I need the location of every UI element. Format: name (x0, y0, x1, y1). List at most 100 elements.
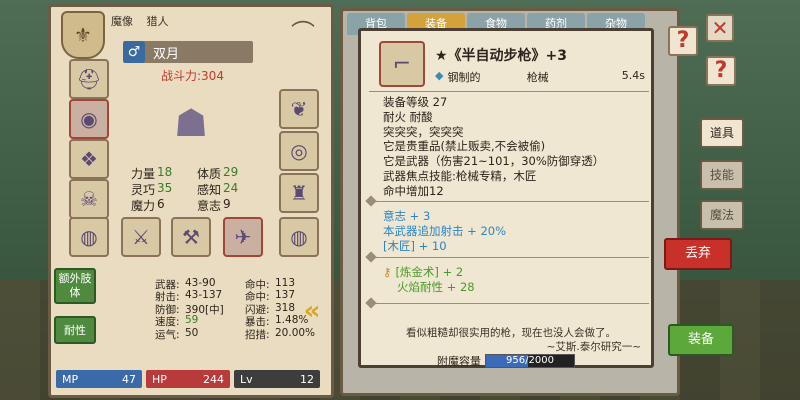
bonus-line: 意志 + 3 (383, 209, 431, 223)
divider (369, 257, 649, 258)
stat-label: 灵巧 (131, 183, 156, 197)
sub-stat-value: 318 (275, 301, 296, 314)
item-author: ~艾斯.泰尔研究一~ (546, 341, 641, 353)
divider (369, 303, 649, 304)
divider-diamond-icon (365, 251, 377, 263)
sub-stat-row: 武器: 43-90 命中: 113 (155, 277, 331, 291)
sub-stat-label: 防御: (155, 303, 180, 316)
stat-row: 魔力 6 意志 9 (131, 197, 281, 213)
primary-stats: 力量 18 体质 29 灵巧 35 感知 24 魔力 6 意志 9 (131, 165, 281, 213)
stat-row: 力量 18 体质 29 (131, 165, 281, 181)
stat-value: 18 (157, 165, 173, 179)
level-value: 12 (300, 372, 314, 386)
item-line: 命中增加12 (383, 183, 444, 198)
divider (369, 91, 649, 92)
weapon-slot-2[interactable]: ⚒ (171, 217, 211, 257)
hanger-icon[interactable]: ⌒ (283, 13, 323, 47)
menu-items[interactable]: 道具 (700, 118, 744, 148)
stat-label: 体质 (197, 167, 222, 181)
capacity-value: 956/2000 (506, 355, 554, 366)
sub-stat-label: 闪避: (245, 303, 270, 316)
sub-stat-value: 390[中] (185, 303, 224, 316)
equip-button[interactable]: 装备 (668, 324, 734, 356)
menu-skills[interactable]: 技能 (700, 160, 744, 190)
stat-value: 35 (157, 181, 173, 195)
capacity-bar: 956/2000 (485, 354, 575, 368)
weapon-slot-1[interactable]: ⚔ (121, 217, 161, 257)
sub-stat-value: 43-90 (185, 277, 216, 289)
hp-bar: HP 244 (146, 370, 230, 388)
sub-stat-label: 命中: (245, 279, 270, 291)
stat-label: 魔力 (131, 199, 156, 213)
mp-value: 47 (122, 372, 136, 386)
bonus-line: [木匠] + 10 (383, 238, 447, 253)
hp-label: HP (152, 372, 167, 386)
divider (369, 201, 649, 202)
status-bars: MP 47 HP 244 Lv 12 (56, 370, 326, 388)
close-icon[interactable]: ✕ (706, 14, 734, 42)
sub-stat-label: 暴击: (245, 316, 270, 329)
item-line: 武器焦点技能:枪械专精，木匠 (383, 168, 537, 183)
stat-value: 9 (223, 197, 231, 211)
stat-value: 24 (223, 181, 239, 195)
item-line: 装备等级 27 (383, 95, 448, 109)
sub-stat-label: 速度: (155, 316, 180, 329)
wings-slot[interactable]: ❖ (69, 139, 109, 179)
item-line: 耐火 耐酸 (383, 109, 433, 124)
menu-magic[interactable]: 魔法 (700, 200, 744, 230)
collapse-arrow-icon[interactable]: « (295, 297, 329, 327)
item-meta: ◆ 钢制的 枪械 5.4s (435, 69, 645, 85)
belt-slot[interactable]: ◎ (279, 131, 319, 171)
help-icon[interactable]: ? (668, 26, 698, 56)
item-line: 它是武器（伤害21~101，30%防御穿透） (383, 154, 605, 169)
level-label: Lv (240, 372, 253, 386)
alchemy-line: ⚷ [炼金术] + 2 (383, 265, 647, 280)
resistance-button[interactable]: 耐性 (54, 316, 96, 344)
divider-diamond-icon (365, 297, 377, 309)
item-title: ★《半自动步枪》+3 (435, 48, 568, 64)
helmet-slot[interactable]: ⛑ (69, 59, 109, 99)
sub-stat-value: 59 (185, 314, 199, 327)
item-flavor-text: 看似粗糙却很实用的枪，现在也没人会做了。 (406, 327, 616, 339)
alchemy-line: 火焰耐性 + 28 (397, 279, 475, 294)
sub-stat-value: 113 (275, 277, 296, 289)
combat-power: 战斗力:304 (161, 69, 224, 83)
mask-slot[interactable]: ☠ (69, 179, 109, 219)
item-alchemy: ⚷ [炼金术] + 2 火焰耐性 + 28 (383, 265, 647, 295)
material-diamond-icon: ◆ (435, 69, 444, 82)
character-titles: 魔像 猎人 (111, 13, 179, 29)
character-portrait: ☗ (173, 101, 209, 145)
stat-label: 意志 (197, 199, 222, 213)
title-2: 猎人 (146, 15, 169, 28)
necklace-slot[interactable]: ◉ (69, 99, 109, 139)
item-line: 它是贵重品(禁止贩卖,不会被偷) (383, 139, 546, 154)
stat-value: 6 (157, 197, 165, 211)
cloak-slot[interactable]: ❦ (279, 89, 319, 129)
weapon-slot-3[interactable]: ✈ (223, 217, 263, 257)
discard-button[interactable]: 丢弃 (664, 238, 732, 270)
sub-stat-row: 运气: 50 招措: 20.00% (155, 327, 331, 341)
mp-label: MP (62, 372, 79, 386)
item-material: 钢制的 (447, 71, 481, 84)
bonus-line: 本武器追加射击 + 20% (383, 223, 507, 238)
rifle-icon: ⌐ (379, 41, 425, 87)
ring-slot-2[interactable]: ◍ (279, 217, 319, 257)
title-1: 魔像 (111, 15, 133, 28)
boots-slot[interactable]: ♜ (279, 173, 319, 213)
alchemy-line-text: [炼金术] + 2 (395, 265, 464, 279)
item-bonuses: 意志 + 3 本武器追加射击 + 20% [木匠] + 10 (383, 209, 647, 253)
mp-bar: MP 47 (56, 370, 142, 388)
item-line: 突突突，突突突 (383, 124, 464, 139)
stat-row: 灵巧 35 感知 24 (131, 181, 281, 197)
sub-stat-value: 43-137 (185, 289, 223, 302)
extra-limbs-button[interactable]: 额外肢体 (54, 268, 96, 304)
stat-value: 29 (223, 165, 239, 179)
sub-stat-value: 137 (275, 289, 296, 302)
hp-value: 244 (203, 372, 224, 386)
enchant-capacity: 附魔容量 956/2000 (437, 353, 575, 369)
help-icon-2[interactable]: ? (706, 56, 736, 86)
gender-icon: ♂ (123, 41, 145, 63)
sub-stat-label: 武器: (155, 279, 180, 291)
ring-slot-1[interactable]: ◍ (69, 217, 109, 257)
capacity-label: 附魔容量 (437, 355, 481, 368)
